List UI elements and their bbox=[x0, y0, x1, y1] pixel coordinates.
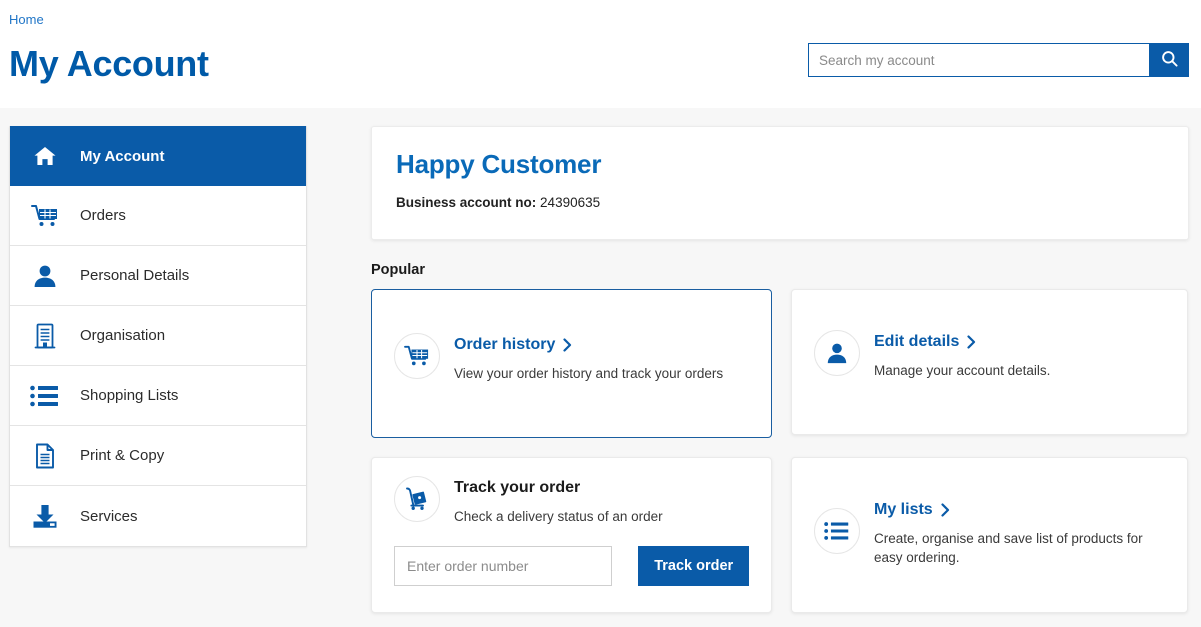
track-order-description: Check a delivery status of an order bbox=[454, 507, 663, 526]
edit-details-description: Manage your account details. bbox=[874, 361, 1050, 380]
person-icon bbox=[814, 330, 860, 376]
track-order-form: Track order bbox=[394, 546, 749, 586]
search-icon bbox=[1160, 49, 1179, 71]
page-body: My Account Orders Persona bbox=[0, 108, 1201, 627]
page-title: My Account bbox=[9, 42, 209, 86]
sidebar-item-label: Organisation bbox=[80, 327, 165, 344]
home-icon bbox=[10, 144, 80, 168]
tile-order-history[interactable]: Order history View your order history an… bbox=[371, 289, 772, 438]
sidebar-item-label: Shopping Lists bbox=[80, 387, 178, 404]
hand-truck-icon bbox=[394, 476, 440, 522]
tile-track-your-order: Track your order Check a delivery status… bbox=[371, 457, 772, 613]
page-header: Home My Account bbox=[0, 0, 1201, 108]
my-lists-link-label: My lists bbox=[874, 500, 933, 520]
main-content: Happy Customer Business account no: 2439… bbox=[371, 108, 1189, 613]
sidebar-item-orders[interactable]: Orders bbox=[10, 186, 306, 246]
edit-details-link-label: Edit details bbox=[874, 332, 959, 352]
breadcrumb-home[interactable]: Home bbox=[9, 12, 44, 28]
edit-details-link[interactable]: Edit details bbox=[874, 332, 976, 352]
order-history-link[interactable]: Order history bbox=[454, 335, 572, 355]
tile-my-lists[interactable]: My lists Create, organise and save list … bbox=[791, 457, 1188, 613]
order-number-input[interactable] bbox=[394, 546, 612, 586]
popular-section-title: Popular bbox=[371, 262, 1189, 278]
my-lists-link[interactable]: My lists bbox=[874, 500, 950, 520]
sidebar-item-label: Personal Details bbox=[80, 267, 189, 284]
popular-tiles-grid: Order history View your order history an… bbox=[371, 289, 1189, 613]
chevron-right-icon bbox=[563, 338, 572, 352]
sidebar-item-label: Print & Copy bbox=[80, 447, 164, 464]
sidebar-item-label: Services bbox=[80, 508, 138, 525]
shopping-cart-icon bbox=[10, 203, 80, 229]
sidebar-item-organisation[interactable]: Organisation bbox=[10, 306, 306, 366]
sidebar-item-label: My Account bbox=[80, 148, 164, 165]
tile-edit-details[interactable]: Edit details Manage your account details… bbox=[791, 289, 1188, 435]
building-icon bbox=[10, 322, 80, 350]
shopping-cart-icon bbox=[394, 333, 440, 379]
sidebar-item-label: Orders bbox=[80, 207, 126, 224]
list-icon bbox=[10, 385, 80, 407]
chevron-right-icon bbox=[967, 335, 976, 349]
list-icon bbox=[814, 508, 860, 554]
account-number-row: Business account no: 24390635 bbox=[396, 195, 1164, 210]
search-button[interactable] bbox=[1149, 43, 1189, 77]
track-order-heading: Track your order bbox=[454, 478, 663, 498]
account-summary-card: Happy Customer Business account no: 2439… bbox=[371, 126, 1189, 240]
search-bar bbox=[808, 43, 1189, 77]
download-tray-icon bbox=[10, 503, 80, 529]
sidebar-item-services[interactable]: Services bbox=[10, 486, 306, 546]
account-number-label: Business account no: bbox=[396, 195, 536, 210]
order-history-description: View your order history and track your o… bbox=[454, 364, 723, 383]
document-icon bbox=[10, 442, 80, 470]
order-history-link-label: Order history bbox=[454, 335, 555, 355]
search-input[interactable] bbox=[808, 43, 1149, 77]
person-icon bbox=[10, 263, 80, 289]
sidebar-item-my-account[interactable]: My Account bbox=[10, 126, 306, 186]
account-number-value: 24390635 bbox=[540, 195, 600, 210]
sidebar-item-shopping-lists[interactable]: Shopping Lists bbox=[10, 366, 306, 426]
my-lists-description: Create, organise and save list of produc… bbox=[874, 529, 1154, 567]
sidebar-nav: My Account Orders Persona bbox=[9, 126, 307, 547]
chevron-right-icon bbox=[941, 503, 950, 517]
sidebar-item-print-and-copy[interactable]: Print & Copy bbox=[10, 426, 306, 486]
account-name: Happy Customer bbox=[396, 149, 1164, 179]
sidebar-item-personal-details[interactable]: Personal Details bbox=[10, 246, 306, 306]
track-order-button[interactable]: Track order bbox=[638, 546, 749, 586]
